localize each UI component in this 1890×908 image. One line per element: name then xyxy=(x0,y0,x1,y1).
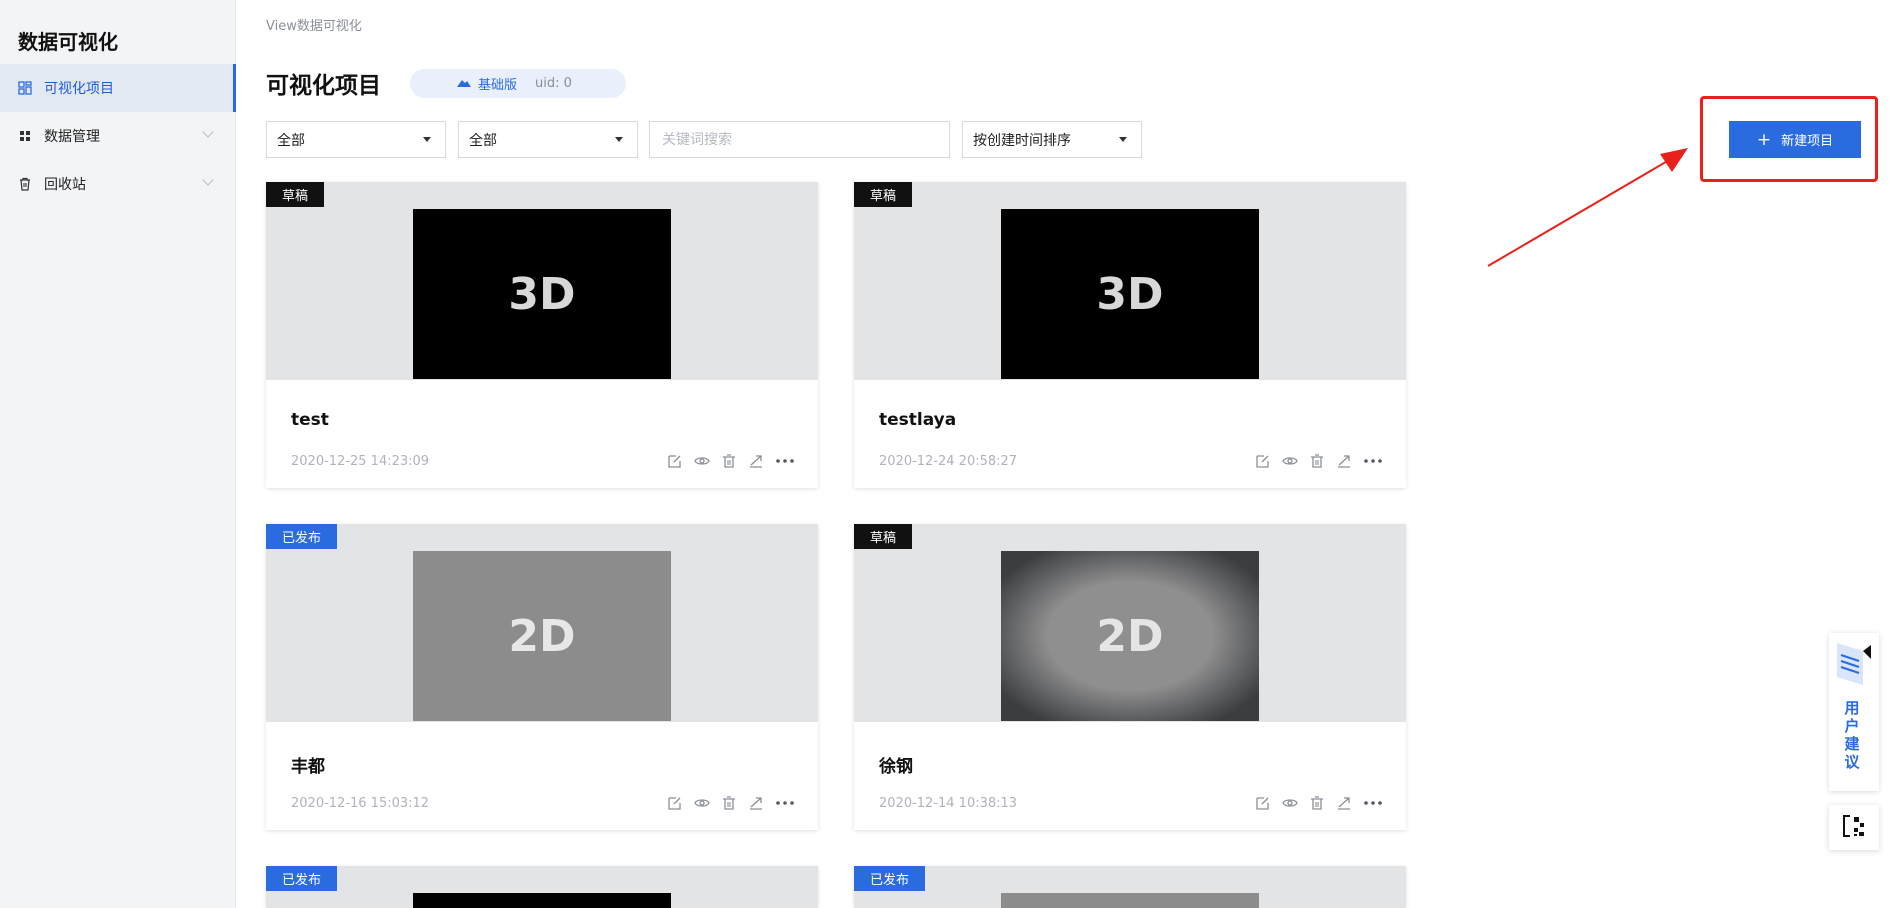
sidebar-item-data-management[interactable]: 数据管理 xyxy=(0,112,236,160)
project-name: 丰都 xyxy=(291,757,325,777)
filter-select-1-value: 全部 xyxy=(277,132,305,149)
delete-icon[interactable] xyxy=(721,453,737,469)
feedback-label: 用户建议 xyxy=(1844,699,1860,771)
project-card[interactable]: 3D 草稿 test 2020-12-25 14:23:09 xyxy=(266,182,818,488)
sort-select-value: 按创建时间排序 xyxy=(973,132,1071,149)
preview-eye-icon[interactable] xyxy=(694,453,710,469)
uid-label: uid: 0 xyxy=(535,76,572,91)
project-thumbnail[interactable]: 2D xyxy=(266,524,818,722)
card-actions xyxy=(1255,453,1383,469)
thumbnail-image xyxy=(413,893,671,908)
caret-down-icon xyxy=(1119,137,1127,142)
status-badge: 已发布 xyxy=(854,866,926,891)
caret-down-icon xyxy=(615,137,623,142)
sort-select[interactable]: 按创建时间排序 xyxy=(962,121,1142,158)
project-thumbnail[interactable] xyxy=(854,866,1406,908)
sidebar-item-visual-projects[interactable]: 可视化项目 xyxy=(0,64,236,112)
project-date: 2020-12-25 14:23:09 xyxy=(291,454,430,469)
edit-icon[interactable] xyxy=(667,795,683,811)
preview-eye-icon[interactable] xyxy=(694,795,710,811)
breadcrumb[interactable]: View数据可视化 xyxy=(266,15,362,34)
project-thumbnail[interactable] xyxy=(266,866,818,908)
filter-select-1[interactable]: 全部 xyxy=(266,121,446,158)
card-actions xyxy=(667,795,795,811)
project-date: 2020-12-14 10:38:13 xyxy=(879,796,1018,811)
page-title: 可视化项目 xyxy=(266,73,381,99)
status-badge: 已发布 xyxy=(266,866,338,891)
share-icon[interactable] xyxy=(748,795,764,811)
project-name: 徐钢 xyxy=(879,757,913,777)
qr-code-icon xyxy=(1842,814,1866,842)
more-icon[interactable] xyxy=(1363,795,1383,811)
thumbnail-image: 2D xyxy=(413,551,671,721)
thumbnail-image: 3D xyxy=(413,209,671,379)
status-badge: 草稿 xyxy=(854,182,913,207)
share-icon[interactable] xyxy=(1336,795,1352,811)
status-badge: 草稿 xyxy=(266,182,325,207)
sidebar-item-label: 数据管理 xyxy=(44,129,100,145)
share-icon[interactable] xyxy=(1336,453,1352,469)
status-badge: 草稿 xyxy=(854,524,913,549)
new-project-button[interactable]: + 新建项目 xyxy=(1729,121,1861,158)
edit-icon[interactable] xyxy=(1255,795,1271,811)
annotation-arrow-icon xyxy=(1487,148,1688,267)
project-thumbnail[interactable]: 3D xyxy=(266,182,818,380)
project-date: 2020-12-16 15:03:12 xyxy=(291,796,430,811)
sidebar-item-recycle-bin[interactable]: 回收站 xyxy=(0,160,236,208)
card-actions xyxy=(1255,795,1383,811)
sidebar-item-label: 可视化项目 xyxy=(44,81,114,97)
project-thumbnail[interactable]: 3D xyxy=(854,182,1406,380)
edit-icon[interactable] xyxy=(667,453,683,469)
sidebar-item-label: 回收站 xyxy=(44,177,86,193)
project-card[interactable]: 2D 草稿 徐钢 2020-12-14 10:38:13 xyxy=(854,524,1406,830)
more-icon[interactable] xyxy=(775,453,795,469)
cloud-icon xyxy=(456,76,472,92)
delete-icon[interactable] xyxy=(1309,453,1325,469)
project-card[interactable]: 3D 草稿 testlaya 2020-12-24 20:58:27 xyxy=(854,182,1406,488)
delete-icon[interactable] xyxy=(721,795,737,811)
thumbnail-image: 3D xyxy=(1001,209,1259,379)
project-name: test xyxy=(291,410,329,430)
edit-icon[interactable] xyxy=(1255,453,1271,469)
plus-icon: + xyxy=(1756,129,1772,150)
delete-icon[interactable] xyxy=(1309,795,1325,811)
sidebar: 数据可视化 可视化项目 数据管理 回收站 xyxy=(0,0,236,908)
thumbnail-image: 2D xyxy=(1001,551,1259,721)
chevron-down-icon xyxy=(202,126,214,138)
app-brand: 数据可视化 xyxy=(18,30,118,54)
grid-icon xyxy=(18,129,32,143)
qr-code-button[interactable] xyxy=(1829,805,1879,850)
search-input[interactable] xyxy=(649,121,950,158)
new-project-label: 新建项目 xyxy=(1781,134,1834,149)
project-name: testlaya xyxy=(879,410,957,430)
feedback-widget[interactable]: 用户建议 xyxy=(1829,633,1879,791)
dashboard-icon xyxy=(18,81,32,95)
project-card[interactable]: 已发布 xyxy=(854,866,1406,908)
project-card[interactable]: 已发布 xyxy=(266,866,818,908)
project-card[interactable]: 2D 已发布 丰都 2020-12-16 15:03:12 xyxy=(266,524,818,830)
preview-eye-icon[interactable] xyxy=(1282,453,1298,469)
chevron-down-icon xyxy=(202,174,214,186)
filter-select-2-value: 全部 xyxy=(469,132,497,149)
trash-icon xyxy=(18,177,32,191)
project-thumbnail[interactable]: 2D xyxy=(854,524,1406,722)
preview-eye-icon[interactable] xyxy=(1282,795,1298,811)
project-date: 2020-12-24 20:58:27 xyxy=(879,454,1018,469)
thumbnail-image xyxy=(1001,893,1259,908)
feedback-illustration-icon xyxy=(1833,629,1875,693)
plan-name: 基础版 xyxy=(478,78,518,93)
caret-down-icon xyxy=(423,137,431,142)
more-icon[interactable] xyxy=(1363,453,1383,469)
share-icon[interactable] xyxy=(748,453,764,469)
plan-badge: 基础版 uid: 0 xyxy=(410,69,626,98)
more-icon[interactable] xyxy=(775,795,795,811)
card-actions xyxy=(667,453,795,469)
filter-select-2[interactable]: 全部 xyxy=(458,121,638,158)
status-badge: 已发布 xyxy=(266,524,338,549)
